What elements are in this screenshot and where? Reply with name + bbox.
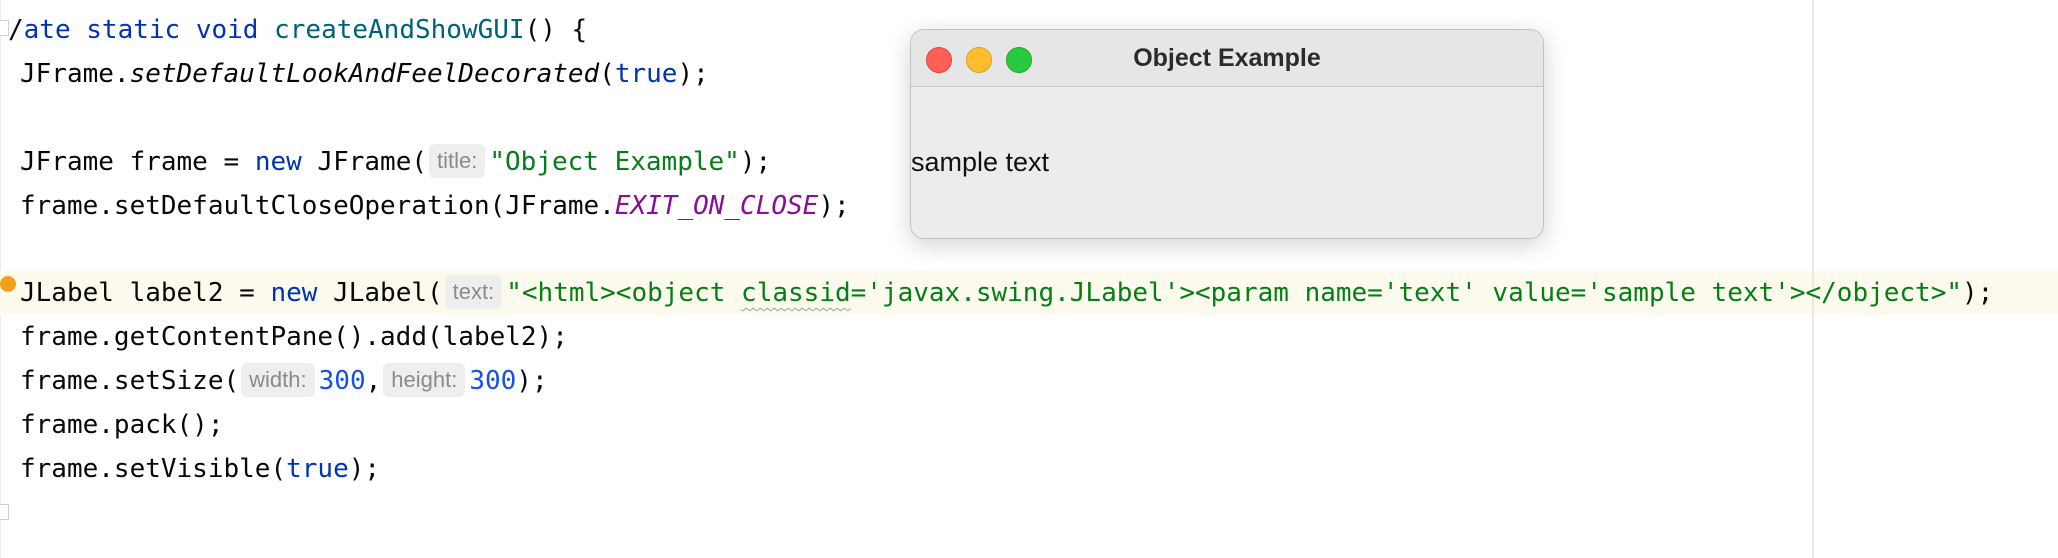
fold-marker-icon[interactable] [0,504,9,520]
code-token: ); [818,191,850,221]
keyword-token: new [270,278,318,308]
code-token: frame.setDefaultCloseOperation(JFrame. [20,191,615,221]
code-line-7[interactable]: JLabel label2 = new JLabel(text: "<html><… [20,271,1993,315]
code-token: JLabel label2 = [20,278,271,308]
minimize-button[interactable] [966,47,992,73]
code-token: ); [348,454,381,484]
parameter-hint: width: [241,363,315,397]
code-token: JFrame frame = [20,147,255,177]
code-token: frame.getContentPane().add(label2); [20,322,568,352]
code-token: JLabel( [317,278,443,308]
maximize-button[interactable] [1006,47,1032,73]
window-content-pane: sample text [911,87,1543,238]
code-line-5[interactable]: frame.setDefaultCloseOperation(JFrame.EX… [20,184,850,228]
keyword-token: true [614,59,678,89]
code-token: JFrame. [20,59,130,89]
parameter-hint: height: [383,363,466,397]
intention-bulb-icon[interactable] [0,276,16,292]
code-token: frame.setSize( [20,366,240,396]
code-line-1[interactable]: /ate static void createAndShowGUI() { [8,8,587,52]
code-token: ); [677,59,709,89]
code-token: / [8,15,24,45]
jlabel-text: sample text [911,147,1050,177]
code-line-2[interactable]: JFrame.setDefaultLookAndFeelDecorated(tr… [20,52,709,96]
number-token: 300 [469,366,517,396]
swing-window[interactable]: Object Example sample text [910,29,1544,239]
window-titlebar[interactable]: Object Example [911,30,1543,87]
code-token: () { [524,15,588,45]
string-token: "Object Example" [489,147,740,177]
code-token: ); [739,147,772,177]
code-token: frame.pack(); [20,410,224,440]
spellcheck-warning-token[interactable]: classid [741,278,851,308]
string-token: "<html><object [506,278,742,308]
code-token: ); [1962,278,1994,308]
code-line-4[interactable]: JFrame frame = new JFrame(title: "Object … [20,140,771,184]
keyword-token: true [286,454,349,484]
code-line-8[interactable]: frame.getContentPane().add(label2); [20,315,568,359]
code-line-9[interactable]: frame.setSize(width: 300, height: 300); [20,359,548,403]
constant-token: EXIT_ON_CLOSE [614,191,819,221]
code-line-11[interactable]: frame.setVisible(true); [20,447,380,491]
static-method-token: setDefaultLookAndFeelDecorated [129,59,600,89]
code-token: , [365,366,382,396]
number-token: 300 [318,366,366,396]
string-token: ='javax.swing.JLabel'><param name='text'… [850,278,1963,308]
close-button[interactable] [926,47,952,73]
keyword-token: ate static void [23,15,275,45]
code-token: JFrame( [301,147,428,177]
keyword-token: new [254,147,302,177]
parameter-hint: text: [444,275,503,309]
method-name-token: createAndShowGUI [274,15,525,45]
code-token: frame.setVisible( [20,454,287,484]
code-line-10[interactable]: frame.pack(); [20,403,224,447]
parameter-hint: title: [429,144,486,178]
code-token: ( [599,59,615,89]
code-token: ); [516,366,548,396]
